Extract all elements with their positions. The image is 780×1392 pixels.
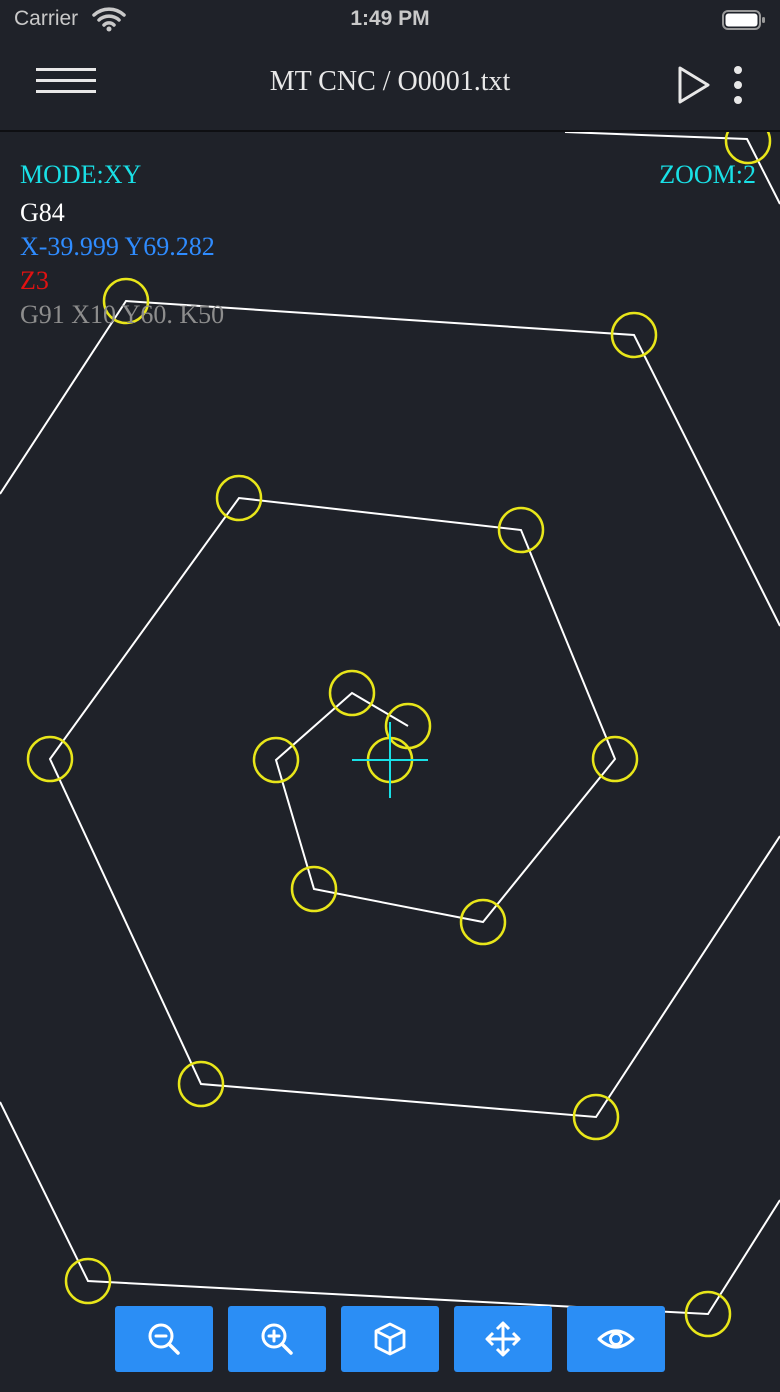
toolpath-line <box>48 496 780 1119</box>
coordinates-label: X-39.999 Y69.282 <box>20 232 215 261</box>
play-icon[interactable] <box>674 64 714 106</box>
clock-label: 1:49 PM <box>350 7 430 30</box>
toolpath-outer-line <box>0 299 780 627</box>
bottom-toolbar <box>0 1306 780 1372</box>
z-depth-label: Z3 <box>20 266 49 295</box>
next-line-label: G91 X10 Y60. K50 <box>20 300 225 329</box>
zoom-in-icon <box>261 1323 293 1355</box>
cube-icon <box>374 1322 406 1356</box>
toolpath-outer-line-bottom <box>0 1101 780 1316</box>
zoom-out-button[interactable] <box>115 1306 213 1372</box>
zoom-out-icon <box>148 1323 180 1355</box>
view-button[interactable] <box>567 1306 665 1372</box>
battery-icon <box>722 9 766 36</box>
pan-button[interactable] <box>454 1306 552 1372</box>
eye-icon <box>597 1329 635 1349</box>
move-arrows-icon <box>485 1321 521 1357</box>
tool-crosshair-icon <box>352 722 428 798</box>
mode-label: MODE:XY <box>20 160 142 189</box>
more-vertical-icon[interactable] <box>728 64 748 106</box>
app-header: MT CNC / O0001.txt <box>0 40 780 132</box>
page-title: MT CNC / O0001.txt <box>269 66 511 97</box>
status-bar: Carrier 1:49 PM <box>0 0 780 40</box>
zoom-label: ZOOM:2 <box>659 160 756 189</box>
zoom-in-button[interactable] <box>228 1306 326 1372</box>
3d-view-button[interactable] <box>341 1306 439 1372</box>
gcode-label: G84 <box>20 198 65 227</box>
